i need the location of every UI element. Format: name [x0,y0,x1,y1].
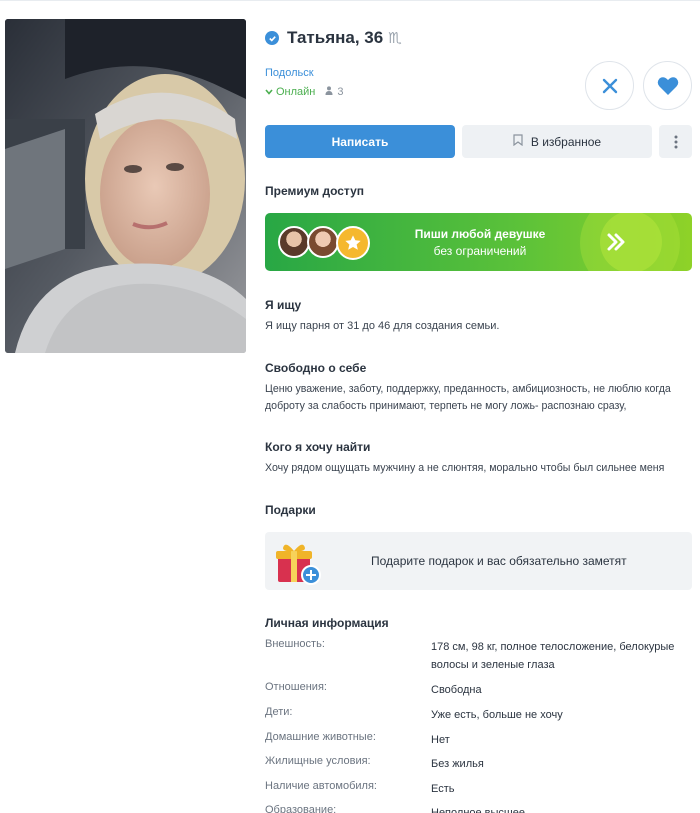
online-chevron-icon [265,87,273,97]
info-value: 178 см, 98 кг, полное телосложение, бело… [431,641,675,671]
seeking-text: Я ищу парня от 31 до 46 для создания сем… [265,320,500,332]
verified-icon [265,31,279,45]
dislike-button[interactable] [585,61,634,110]
info-label: Внешность: [265,638,325,650]
send-gift-text: Подарите подарок и вас обязательно замет… [371,554,627,568]
star-icon [336,226,370,260]
gifts-title: Подарки [265,503,316,517]
info-label: Домашние животные: [265,731,376,743]
info-value: Есть [431,783,455,795]
online-status: Онлайн [265,86,315,98]
info-label: Наличие автомобиля: [265,780,377,792]
more-vertical-icon [674,135,677,148]
info-value: Неполное высшее [431,807,525,813]
info-label: Образование: [265,804,337,813]
premium-avatar [278,226,310,258]
info-value: Свободна [431,684,482,696]
profile-photo-image [5,19,246,353]
more-options-button[interactable] [659,125,692,158]
profile-photo[interactable] [5,19,246,353]
info-value: Без жилья [431,758,484,770]
top-divider [0,0,700,1]
bookmark-icon [513,134,523,149]
status-row: Онлайн 3 [265,86,344,98]
send-gift-banner[interactable]: Подарите подарок и вас обязательно замет… [265,532,692,590]
premium-avatar [307,226,339,258]
gift-icon [276,544,321,585]
add-favorite-button[interactable]: В избранное [462,125,652,158]
about-title: Свободно о себе [265,361,367,375]
want-text: Хочу рядом ощущать мужчину а не слюнтяя,… [265,462,665,474]
seeking-title: Я ищу [265,298,302,312]
premium-text: Пиши любой девушке без ограничений [395,227,565,258]
online-label: Онлайн [276,86,316,98]
premium-banner[interactable]: Пиши любой девушке без ограничений [265,213,692,271]
profile-name: Татьяна, 36 [287,28,384,47]
premium-title: Премиум доступ [265,184,365,198]
info-label: Отношения: [265,681,327,693]
city-link[interactable]: Подольск [265,67,314,79]
personal-info-title: Личная информация [265,616,389,630]
photos-count[interactable]: 3 [325,86,344,98]
write-message-button[interactable]: Написать [265,125,455,158]
about-text: Ценю уважение, заботу, поддержку, предан… [265,383,671,412]
premium-line1: Пиши любой девушке [414,227,546,241]
add-favorite-label: В избранное [530,134,602,149]
premium-line2: без ограничений [433,244,527,258]
zodiac-icon: ♏ [388,30,402,47]
double-chevron-right-icon [607,233,625,251]
info-label: Дети: [265,706,293,718]
heart-icon [657,76,678,95]
want-title: Кого я хочу найти [265,440,371,454]
user-icon [325,86,333,98]
info-value: Уже есть, больше не хочу [431,709,563,721]
info-label: Жилищные условия: [265,755,371,767]
info-value: Нет [431,734,450,746]
close-icon [602,78,617,93]
like-button[interactable] [643,61,692,110]
name-row: Татьяна, 36 ♏ [265,28,402,48]
photos-count-value: 3 [337,86,344,98]
